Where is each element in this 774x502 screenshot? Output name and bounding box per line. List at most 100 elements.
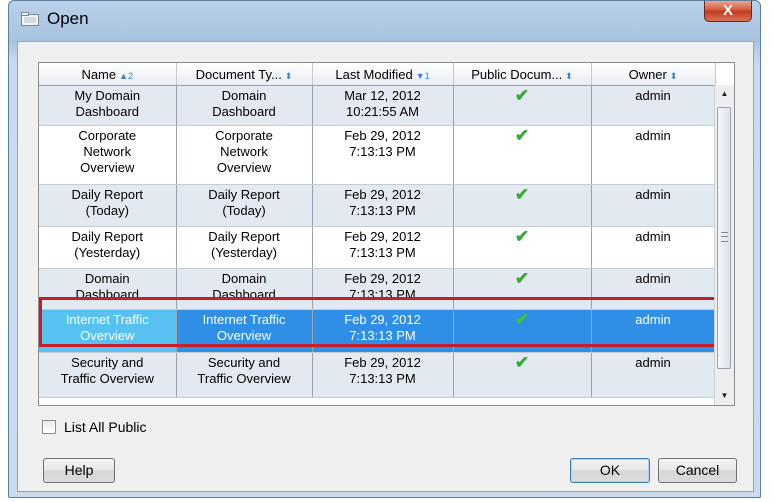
list-all-public-checkbox[interactable] [42, 420, 56, 434]
cell-text-line: 7:13:13 PM [349, 203, 416, 218]
cell-owner: admin [591, 85, 716, 126]
grip-icon [721, 232, 728, 242]
cell-name: Security and Traffic Overview [39, 352, 177, 398]
table-row[interactable]: Corporate Network Overview Corporate Network… [39, 125, 716, 185]
help-button[interactable]: Help [43, 458, 115, 483]
cell-text-line: Daily Report [208, 187, 280, 202]
cell-text-line: Overview [216, 160, 272, 175]
cell-text-line: Feb 29, 2012 [344, 229, 421, 244]
column-header-0[interactable]: Name ▲2 [39, 63, 177, 86]
column-header-3[interactable]: Public Docum... ⬍ [453, 63, 592, 86]
column-header-4[interactable]: Owner ⬍ [591, 63, 716, 86]
table-row[interactable]: Internet Traffic Overview Internet Traffic… [39, 309, 716, 353]
cell-modified: Feb 29, 2012 7:13:13 PM [312, 184, 454, 227]
scroll-up-arrow-icon[interactable]: ▲ [715, 85, 734, 103]
cell-text-line: Domain [84, 271, 130, 286]
checkmark-icon: ✔ [514, 227, 530, 246]
cell-text-line: 7:13:13 PM [349, 287, 416, 302]
sort-indicator-icon: ▲2 [119, 70, 134, 81]
cell-public: ✔ [453, 85, 592, 126]
table-row[interactable]: Daily Report (Today) Daily Report (Today) Fe… [39, 184, 716, 227]
cell-modified: Feb 29, 2012 7:13:13 PM [312, 125, 454, 185]
close-button[interactable]: X [704, 1, 752, 22]
sort-indicator-icon: ⬍ [284, 70, 293, 81]
cell-text-line: Traffic Overview [197, 371, 291, 386]
cell-text-line: Dashboard [75, 104, 140, 119]
checkmark-icon: ✔ [514, 353, 530, 372]
column-header-1[interactable]: Document Ty... ⬍ [176, 63, 313, 86]
cell-text-line: 10:21:55 AM [346, 104, 419, 119]
cell-text-line: Dashboard [212, 287, 276, 302]
table-row[interactable]: Domain Dashboard Domain Dashboard Feb 29, 20… [39, 268, 716, 310]
cell-name: Daily Report (Yesterday) [39, 226, 177, 269]
scroll-down-arrow-icon[interactable]: ▼ [715, 387, 734, 405]
dialog-body: Name ▲2 Document Ty... ⬍ Last Modified ▼1 Publ… [17, 41, 754, 492]
window-title: Open [47, 9, 89, 28]
cell-text-line: (Today) [222, 203, 266, 218]
vertical-scrollbar[interactable]: ▲ ▼ [714, 85, 734, 405]
cell-text-line: Domain [221, 271, 267, 286]
sort-indicator-icon: ⬍ [565, 70, 573, 81]
cell-text-line: Feb 29, 2012 [344, 187, 421, 202]
scroll-thumb[interactable] [717, 107, 731, 369]
cell-owner: admin [591, 184, 716, 227]
cell-text-line: Feb 29, 2012 [344, 312, 421, 327]
cell-text-line: 7:13:13 PM [349, 371, 416, 386]
cell-type: Domain Dashboard [176, 85, 313, 126]
cell-text-line: Traffic Overview [60, 371, 154, 386]
cell-text-line: Domain [221, 88, 267, 103]
cell-text-line: Dashboard [212, 104, 276, 119]
cell-owner: admin [591, 268, 716, 310]
table-header: Name ▲2 Document Ty... ⬍ Last Modified ▼1 Publ… [39, 63, 716, 86]
cell-text-line: Network [220, 144, 268, 159]
cell-owner: admin [591, 309, 716, 353]
documents-table: Name ▲2 Document Ty... ⬍ Last Modified ▼1 Publ… [38, 62, 735, 406]
cell-text-line: Security and [207, 355, 281, 370]
cell-text-line: 7:13:13 PM [349, 328, 416, 343]
cell-public: ✔ [453, 125, 592, 185]
cell-text-line: Internet Traffic [65, 312, 149, 327]
cell-type: Domain Dashboard [176, 268, 313, 310]
cell-public: ✔ [453, 309, 592, 353]
cell-name: Internet Traffic Overview [39, 309, 177, 353]
checkmark-icon: ✔ [514, 126, 530, 145]
cell-name: Domain Dashboard [39, 268, 177, 310]
ok-button[interactable]: OK [570, 458, 650, 483]
cell-text-line: (Yesterday) [211, 245, 277, 260]
column-header-label: Last Modified [335, 66, 413, 82]
cell-text-line: Corporate [78, 128, 137, 143]
sort-indicator-icon: ⬍ [669, 70, 678, 81]
cell-text-line: Daily Report [208, 229, 280, 244]
cell-public: ✔ [453, 268, 592, 310]
table-row[interactable]: Daily Report (Yesterday) Daily Report (Yest… [39, 226, 716, 269]
cell-text-line: Security and [71, 355, 144, 370]
checkmark-icon: ✔ [514, 269, 530, 288]
cell-text-line: Mar 12, 2012 [344, 88, 421, 103]
cell-modified: Mar 12, 2012 10:21:55 AM [312, 85, 454, 126]
column-header-label: Name [81, 66, 117, 82]
cell-type: Corporate Network Overview [176, 125, 313, 185]
cell-text-line: Daily Report [71, 187, 144, 202]
cell-text-line: Network [83, 144, 132, 159]
cell-text-line: Overview [80, 328, 135, 343]
table-row[interactable]: My Domain Dashboard Domain Dashboard Mar 12,… [39, 85, 716, 126]
cell-type: Daily Report (Yesterday) [176, 226, 313, 269]
cell-text-line: Daily Report [71, 229, 144, 244]
table-row[interactable]: Security and Traffic Overview Security and… [39, 352, 716, 398]
cell-public: ✔ [453, 352, 592, 398]
title-bar[interactable]: Open X [9, 1, 760, 39]
checkmark-icon: ✔ [514, 86, 530, 105]
cell-name: Corporate Network Overview [39, 125, 177, 185]
open-dialog: Open X Name ▲2 Document Ty... ⬍ Last Modifie… [8, 0, 761, 498]
cell-text-line: Feb 29, 2012 [344, 355, 421, 370]
cell-text-line: Corporate [215, 128, 273, 143]
cancel-button[interactable]: Cancel [658, 458, 737, 483]
sort-indicator-icon: ▼1 [415, 70, 430, 81]
cell-text-line: Overview [80, 160, 135, 175]
cell-name: My Domain Dashboard [39, 85, 177, 126]
cell-type: Daily Report (Today) [176, 184, 313, 227]
cell-name: Daily Report (Today) [39, 184, 177, 227]
cell-owner: admin [591, 226, 716, 269]
cell-public: ✔ [453, 226, 592, 269]
column-header-2[interactable]: Last Modified ▼1 [312, 63, 454, 86]
